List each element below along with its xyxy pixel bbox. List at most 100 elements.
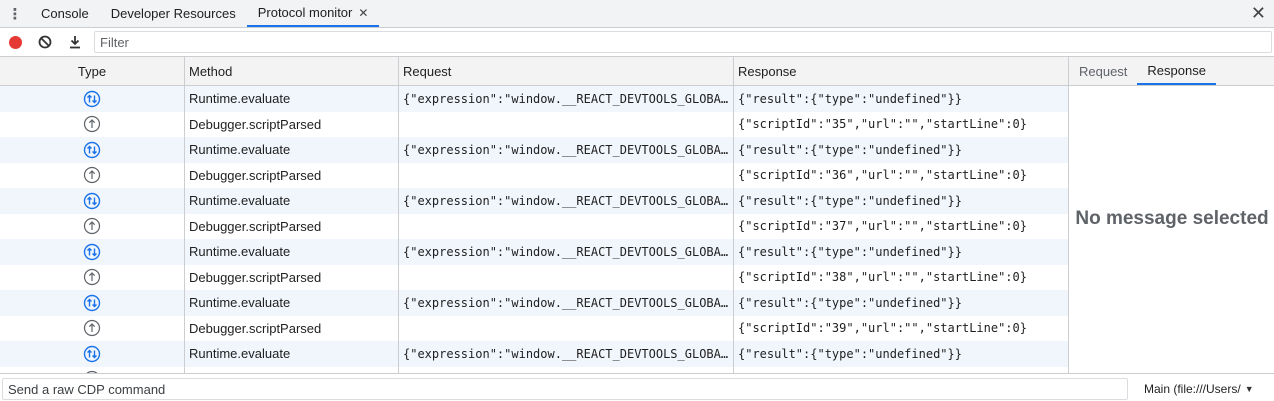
record-button[interactable]: [0, 28, 30, 56]
target-select-value: Main (file:///Users/: [1144, 382, 1241, 396]
column-header-method[interactable]: Method: [185, 57, 399, 85]
response-text: {"result":{"type":"undefined"}}: [738, 244, 962, 259]
cell-type: [0, 213, 185, 239]
tab-developer-resources[interactable]: Developer Resources: [100, 0, 247, 27]
response-text: {"result":{"type":"undefined"}}: [738, 91, 962, 106]
table-row[interactable]: Debugger.scriptParsed {"scriptId":"39","u…: [0, 315, 1068, 341]
cell-type: [0, 137, 185, 163]
cell-type: [0, 162, 185, 188]
clear-button[interactable]: [30, 28, 60, 56]
cell-request: [399, 111, 734, 137]
table-row[interactable]: Debugger.scriptParsed {"scriptId":"37","u…: [0, 213, 1068, 239]
messages-grid: Type Method Request Response Runtime.eva…: [0, 57, 1068, 373]
method-text: Runtime.evaluate: [189, 295, 291, 311]
tab-console[interactable]: Console: [30, 0, 100, 27]
cell-request: {"expression":"window.__REACT_DEVTOOLS_G…: [399, 188, 734, 214]
close-drawer-icon[interactable]: ✕: [1251, 3, 1266, 23]
request-text: {"expression":"window.__REACT_DEVTOOLS_G…: [403, 346, 729, 361]
command-bar: Main (file:///Users/ ▼: [0, 373, 1274, 401]
cell-request: [399, 213, 734, 239]
more-tabs-icon[interactable]: ⋮: [0, 0, 30, 27]
cell-method: Runtime.evaluate: [185, 239, 399, 265]
tab-label: Response: [1147, 62, 1206, 78]
close-tab-icon[interactable]: ✕: [358, 6, 368, 20]
method-text: Runtime.evaluate: [189, 244, 291, 260]
table-row[interactable]: Debugger.scriptParsed {"scriptId":"38","u…: [0, 264, 1068, 290]
sent-message-icon: [83, 90, 101, 107]
response-text: {"result":{"type":"undefined"}}: [738, 346, 962, 361]
cell-method: Debugger.scriptParsed: [185, 264, 399, 290]
received-event-icon: [83, 269, 101, 286]
tab-label: Console: [41, 6, 89, 21]
cell-response: {"result":{"type":"undefined"}}: [734, 341, 1068, 367]
cell-method: Debugger.scriptParsed: [185, 111, 399, 137]
tab-label: Protocol monitor: [257, 5, 353, 20]
sent-message-icon: [83, 192, 101, 209]
cell-type: [0, 86, 185, 112]
column-header-type[interactable]: Type: [0, 57, 185, 85]
table-row[interactable]: Debugger.scriptParsed {"scriptId":"36","u…: [0, 162, 1068, 189]
request-text: {"expression":"window.__REACT_DEVTOOLS_G…: [403, 193, 729, 208]
cell-method: Runtime.evaluate: [185, 137, 399, 163]
tab-label: Request: [1079, 63, 1128, 79]
method-text: Debugger.scriptParsed: [189, 167, 322, 183]
save-button[interactable]: [60, 28, 90, 56]
table-row[interactable]: Runtime.evaluate {"expression":"window.__…: [0, 86, 1068, 112]
cell-type: [0, 264, 185, 290]
tab-request[interactable]: Request: [1069, 57, 1137, 85]
cell-response: {"result":{"type":"undefined"}}: [734, 86, 1068, 112]
response-text: {"result":{"type":"undefined"}}: [738, 295, 962, 310]
message-detail-pane: Request Response No message selected: [1068, 57, 1274, 373]
header-label: Method: [189, 63, 233, 79]
table-row[interactable]: Debugger.scriptParsed {"scriptId":"35","u…: [0, 111, 1068, 138]
tab-protocol-monitor[interactable]: Protocol monitor ✕: [246, 0, 380, 27]
column-header-response[interactable]: Response: [734, 57, 1068, 85]
received-event-icon: [83, 320, 101, 337]
method-text: Debugger.scriptParsed: [189, 218, 322, 234]
cell-response: {"result":{"type":"undefined"}}: [734, 188, 1068, 214]
cell-request: [399, 162, 734, 188]
clear-icon: [38, 35, 52, 49]
cell-method: Debugger.scriptParsed: [185, 162, 399, 188]
table-row[interactable]: Runtime.evaluate {"expression":"window.__…: [0, 341, 1068, 367]
cell-request: {"expression":"window.__REACT_DEVTOOLS_G…: [399, 341, 734, 367]
response-text: {"result":{"type":"undefined"}}: [738, 193, 962, 208]
method-text: Debugger.scriptParsed: [189, 116, 322, 132]
cdp-command-input[interactable]: [2, 378, 1128, 400]
detail-tabs: Request Response: [1069, 57, 1274, 86]
cell-request: {"expression":"window.__REACT_DEVTOOLS_G…: [399, 239, 734, 265]
table-row[interactable]: Runtime.evaluate {"expression":"window.__…: [0, 137, 1068, 163]
method-text: Runtime.evaluate: [189, 346, 291, 362]
filter-input[interactable]: [94, 31, 1272, 53]
cell-request: {"expression":"window.__REACT_DEVTOOLS_G…: [399, 290, 734, 316]
cell-response: {"scriptId":"35","url":"","startLine":0}: [734, 112, 1068, 138]
table-row[interactable]: Runtime.evaluate {"expression":"window.__…: [0, 188, 1068, 214]
request-text: {"expression":"window.__REACT_DEVTOOLS_G…: [403, 142, 729, 157]
header-label: Response: [738, 63, 797, 79]
table-row[interactable]: Runtime.evaluate {"expression":"window.__…: [0, 290, 1068, 316]
target-select[interactable]: Main (file:///Users/ ▼: [1138, 379, 1272, 399]
method-text: Debugger.scriptParsed: [189, 269, 322, 285]
cell-type: [0, 315, 185, 341]
protocol-monitor-toolbar: [0, 28, 1274, 57]
empty-state-message: No message selected: [1075, 208, 1269, 229]
cell-response: {"result":{"type":"undefined"}}: [734, 239, 1068, 265]
sent-message-icon: [83, 141, 101, 158]
sent-message-icon: [83, 243, 101, 260]
method-text: Runtime.evaluate: [189, 91, 291, 107]
received-event-icon: [83, 167, 101, 184]
cell-response: {"result":{"type":"undefined"}}: [734, 137, 1068, 163]
tab-response[interactable]: Response: [1137, 57, 1216, 85]
cell-method: Runtime.evaluate: [185, 86, 399, 112]
response-text: {"scriptId":"39","url":"","startLine":0}: [738, 321, 1027, 336]
sent-message-icon: [83, 345, 101, 362]
cell-response: {"result":{"type":"undefined"}}: [734, 290, 1068, 316]
table-row[interactable]: Runtime.evaluate {"expression":"window.__…: [0, 239, 1068, 265]
method-text: Runtime.evaluate: [189, 193, 291, 209]
response-text: {"scriptId":"37","url":"","startLine":0}: [738, 219, 1027, 234]
record-icon: [8, 35, 22, 49]
request-text: {"expression":"window.__REACT_DEVTOOLS_G…: [403, 295, 729, 310]
column-header-request[interactable]: Request: [399, 57, 734, 85]
cell-response: {"scriptId":"36","url":"","startLine":0}: [734, 163, 1068, 189]
cell-type: [0, 111, 185, 137]
